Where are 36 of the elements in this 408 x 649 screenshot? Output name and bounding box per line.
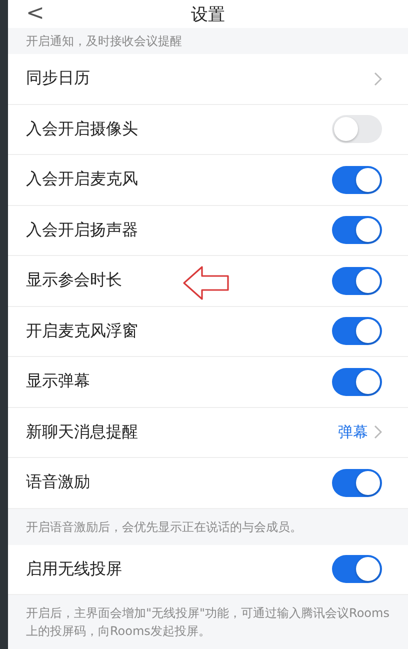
settings-row[interactable]: 入会开启麦克风 [8, 155, 408, 206]
setting-label: 入会开启摄像头 [26, 118, 139, 140]
chevron-icon [374, 425, 382, 440]
toggle-switch[interactable] [332, 368, 382, 396]
notification-hint: 开启通知，及时接收会议提醒 [25, 33, 183, 50]
setting-label: 语音激励 [26, 472, 91, 494]
setting-description: 开启后，主界面会增加"无线投屏"功能，可通过输入腾讯会议Rooms上的投屏码，向Rooms发起投屏。 [25, 605, 390, 640]
setting-label: 同步日历 [26, 68, 91, 90]
settings-row[interactable]: 入会开启摄像头 [8, 104, 408, 155]
toggle-switch[interactable] [332, 468, 382, 497]
setting-value: 弹幕 [338, 422, 368, 442]
setting-description: 开启语音激励后，会优先显示正在说话的与会成员。 [25, 518, 303, 536]
chevron-icon [374, 72, 382, 86]
toggle-switch[interactable] [332, 115, 382, 144]
page-title: 设置 [191, 4, 225, 26]
toggle-switch[interactable] [332, 555, 382, 584]
settings-row[interactable]: 同步日历 [8, 54, 408, 104]
settings-row[interactable]: 开启麦克风浮窗 [8, 306, 408, 357]
setting-label: 启用无线投屏 [26, 558, 123, 580]
toggle-switch[interactable] [332, 216, 382, 244]
settings-row[interactable]: 入会开启扬声器 [8, 206, 408, 256]
setting-label: 入会开启麦克风 [26, 169, 139, 190]
setting-label: 入会开启扬声器 [26, 220, 139, 241]
setting-label: 显示参会时长 [26, 270, 123, 292]
toggle-switch[interactable] [332, 266, 382, 295]
toggle-switch[interactable] [332, 317, 382, 346]
settings-row[interactable]: 启用无线投屏 [8, 544, 408, 595]
settings-row[interactable]: 显示参会时长 [8, 256, 408, 306]
settings-row[interactable]: 语音激励 [8, 458, 408, 508]
setting-label: 开启麦克风浮窗 [26, 320, 139, 342]
settings-row[interactable]: 显示弹幕 [8, 357, 408, 408]
setting-label: 新聊天消息提醒 [26, 422, 139, 443]
toggle-switch[interactable] [332, 166, 382, 194]
setting-label: 显示弹幕 [26, 371, 91, 392]
settings-row[interactable]: 新聊天消息提醒 弹幕 [8, 408, 408, 458]
back-button[interactable]: < [22, 3, 48, 25]
